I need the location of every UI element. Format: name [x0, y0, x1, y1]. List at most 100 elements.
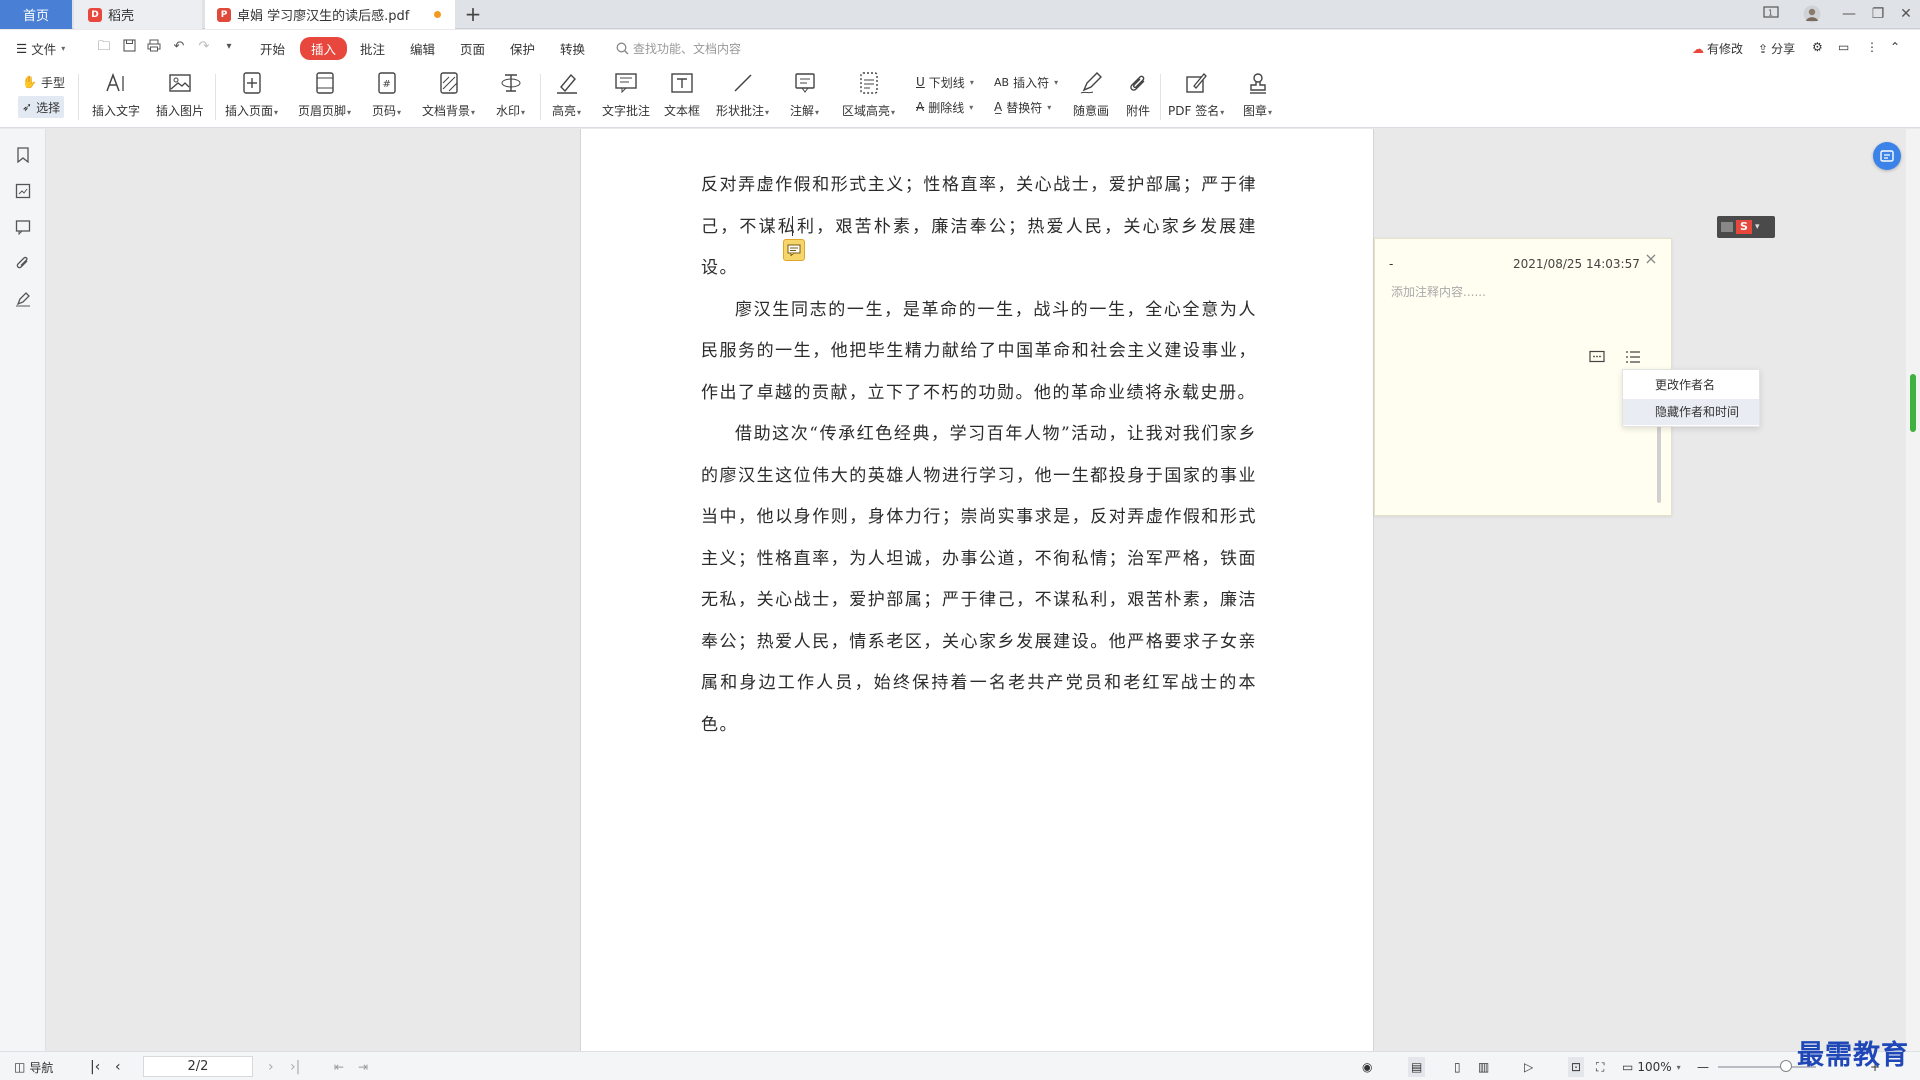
attachment-panel-icon[interactable]	[13, 253, 33, 273]
save-icon[interactable]	[121, 39, 137, 55]
tab-pdf-document[interactable]: P 卓娟 学习廖汉生的读后感.pdf	[205, 0, 455, 29]
page-number-button[interactable]: # 页码▾	[372, 70, 401, 119]
close-window-icon[interactable]: ✕	[1897, 5, 1915, 23]
insert-symbol-button[interactable]: AB 插入符 ▾	[990, 71, 1062, 93]
comment-scrollbar[interactable]	[1657, 419, 1661, 503]
two-page-view-icon[interactable]: ▥	[1478, 1057, 1489, 1077]
undo-icon[interactable]: ↶	[171, 39, 187, 55]
stamp-label: 图章	[1243, 104, 1268, 118]
close-icon[interactable]: ×	[1643, 251, 1659, 267]
shape-comment-button[interactable]: 形状批注▾	[716, 70, 769, 119]
tab-home[interactable]: 首页	[0, 0, 72, 29]
highlighter-icon	[554, 70, 580, 96]
chevron-down-icon: ▾	[765, 108, 770, 117]
comment-options-icon[interactable]	[1623, 347, 1643, 367]
comments-panel-icon[interactable]	[13, 217, 33, 237]
modified-status-button[interactable]: ☁ 有修改	[1692, 40, 1743, 57]
text-box-label: 文本框	[664, 104, 701, 118]
menu-item-hide-author-time[interactable]: 隐藏作者和时间	[1623, 399, 1759, 425]
menu-protect[interactable]: 保护	[510, 39, 535, 58]
search-input[interactable]: 查找功能、文档内容	[616, 38, 796, 58]
collapse-ribbon-icon[interactable]: ⌃	[1890, 40, 1900, 54]
zoom-slider-thumb[interactable]	[1780, 1060, 1792, 1072]
text-comment-button[interactable]: 文字批注	[602, 70, 650, 119]
underline-button[interactable]: U 下划线 ▾	[912, 71, 978, 93]
watermark-button[interactable]: 水印▾	[496, 70, 525, 119]
fit-page-icon[interactable]: ⛶	[1596, 1057, 1604, 1077]
hand-tool-button[interactable]: ✋ 手型	[18, 71, 69, 93]
signature-panel-icon[interactable]	[13, 289, 33, 309]
more-options-icon[interactable]: ⋮	[1866, 40, 1878, 54]
menu-insert[interactable]: 插入	[300, 37, 348, 60]
back-view-icon[interactable]: ⇤	[334, 1057, 344, 1077]
navigation-toggle[interactable]: ◫ 导航	[14, 1057, 53, 1077]
minimize-icon[interactable]: —	[1840, 5, 1858, 23]
eye-protection-icon[interactable]: ◉	[1362, 1057, 1372, 1077]
reply-comment-icon[interactable]	[1587, 347, 1607, 367]
area-highlight-button[interactable]: 区域高亮▾	[842, 70, 895, 119]
menu-start[interactable]: 开始	[260, 39, 285, 58]
settings-icon[interactable]: ⚙	[1812, 40, 1823, 54]
insert-image-button[interactable]: 插入图片	[156, 70, 204, 119]
annotation-button[interactable]: 注解▾	[790, 70, 819, 119]
previous-page-icon[interactable]: ‹	[115, 1057, 121, 1077]
vertical-scrollbar[interactable]	[1906, 129, 1920, 1051]
comment-content-input[interactable]: 添加注释内容......	[1391, 283, 1486, 300]
redo-icon[interactable]: ↷	[196, 39, 212, 55]
continuous-view-icon[interactable]: ▯	[1454, 1057, 1461, 1077]
file-menu[interactable]: ☰ 文件 ▾	[16, 39, 65, 58]
pdf-sign-button[interactable]: PDF 签名▾	[1168, 70, 1224, 119]
file-menu-label: 文件	[31, 42, 57, 57]
strikethrough-button[interactable]: A 删除线 ▾	[912, 96, 977, 118]
replace-symbol-button[interactable]: A̲ 替换符 ▾	[990, 96, 1055, 118]
freehand-button[interactable]: 随意画	[1073, 70, 1109, 119]
single-page-view-icon[interactable]: ▤	[1408, 1057, 1426, 1077]
next-page-icon[interactable]: ›	[268, 1057, 274, 1077]
menu-edit[interactable]: 编辑	[410, 39, 435, 58]
share-button[interactable]: ⇪ 分享	[1758, 40, 1795, 57]
feedback-icon[interactable]: ▭	[1838, 40, 1849, 54]
chevron-down-icon: ▾	[1054, 77, 1059, 87]
insert-text-button[interactable]: 插入文字	[92, 70, 140, 119]
actual-size-icon[interactable]: ⊡	[1568, 1057, 1585, 1077]
print-icon[interactable]	[146, 39, 162, 55]
open-folder-icon[interactable]: 🗀	[96, 39, 112, 55]
input-method-toolbar[interactable]: S ▾	[1717, 216, 1775, 238]
new-tab-button[interactable]: +	[462, 3, 484, 25]
last-page-icon[interactable]: ›|	[290, 1057, 300, 1077]
header-footer-button[interactable]: 页眉页脚▾	[298, 70, 351, 119]
menu-page[interactable]: 页面	[460, 39, 485, 58]
doc-background-button[interactable]: 文档背景▾	[422, 70, 475, 119]
insert-page-button[interactable]: 插入页面▾	[225, 70, 278, 119]
pdf-page[interactable]: 反对弄虚作假和形式主义；性格直率，关心战士，爱护部属；严于律己，不谋私利，艰苦朴…	[580, 129, 1374, 1051]
zoom-out-icon[interactable]: —	[1697, 1057, 1709, 1077]
workspace-icon[interactable]: 1	[1762, 5, 1780, 23]
restore-icon[interactable]: ❐	[1869, 5, 1887, 23]
attachment-button[interactable]: 附件	[1125, 70, 1151, 119]
play-slideshow-icon[interactable]: ▷	[1524, 1057, 1533, 1077]
pdf-sign-label: PDF 签名	[1168, 104, 1220, 118]
hamburger-icon: ☰	[16, 41, 28, 56]
menu-comment[interactable]: 批注	[360, 39, 385, 58]
first-page-icon[interactable]: |‹	[90, 1057, 100, 1077]
stamp-button[interactable]: 图章▾	[1243, 70, 1272, 119]
menu-item-rename-author[interactable]: 更改作者名	[1623, 372, 1759, 398]
text-box-button[interactable]: 文本框	[664, 70, 700, 119]
translate-assistant-icon[interactable]	[1873, 142, 1901, 170]
zoom-select[interactable]: ▭ 100% ▾	[1622, 1057, 1681, 1077]
annotation-note-icon[interactable]	[783, 239, 805, 261]
scrollbar-thumb[interactable]	[1910, 374, 1916, 432]
avatar[interactable]	[1803, 5, 1821, 23]
select-tool-button[interactable]: ➶ 选择	[18, 96, 65, 118]
customize-toolbar-icon[interactable]: ▾	[221, 39, 237, 55]
page-number-input[interactable]: 2/2	[143, 1056, 253, 1077]
background-icon	[436, 70, 462, 96]
thumbnail-icon[interactable]	[13, 181, 33, 201]
highlight-button[interactable]: 高亮▾	[552, 70, 581, 119]
tab-docer[interactable]: D 稻壳	[74, 0, 202, 29]
bookmark-icon[interactable]	[13, 145, 33, 165]
menu-convert[interactable]: 转换	[560, 39, 585, 58]
forward-view-icon[interactable]: ⇥	[358, 1057, 368, 1077]
chevron-down-icon: ▾	[1047, 102, 1052, 112]
chevron-down-icon: ▾	[969, 77, 974, 87]
